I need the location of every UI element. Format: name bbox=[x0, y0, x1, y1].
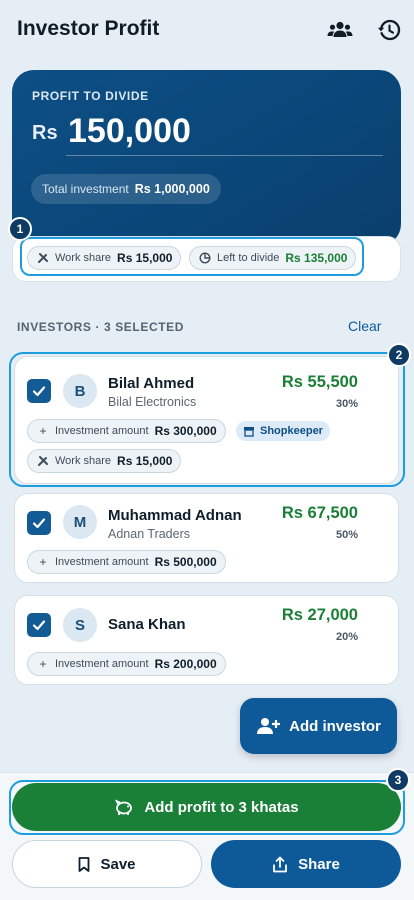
investor-name: Sana Khan bbox=[108, 616, 186, 633]
highlight-frame-3 bbox=[9, 780, 405, 835]
left-to-divide-pill[interactable]: Left to divide Rs 135,000 bbox=[189, 246, 357, 270]
plus-icon: + bbox=[39, 657, 47, 671]
profit-summary-card: PROFIT TO DIVIDE Rs 150,000 Total invest… bbox=[12, 70, 401, 246]
save-label: Save bbox=[100, 855, 136, 873]
investment-value: Rs 500,000 bbox=[154, 555, 217, 569]
bookmark-icon bbox=[78, 856, 90, 872]
clear-selection-button[interactable]: Clear bbox=[348, 318, 381, 334]
checkmark-icon bbox=[32, 620, 46, 631]
investor-card[interactable]: S Sana Khan Rs 27,000 20% + Investment a… bbox=[14, 595, 399, 685]
app-bar: Investor Profit bbox=[0, 0, 414, 60]
avatar: S bbox=[63, 608, 97, 642]
add-investor-button[interactable]: Add investor bbox=[240, 698, 397, 754]
profit-label: PROFIT TO DIVIDE bbox=[32, 89, 149, 103]
investor-profit-amount: Rs 67,500 bbox=[281, 504, 358, 522]
add-investor-label: Add investor bbox=[289, 717, 381, 735]
people-icon[interactable] bbox=[326, 16, 354, 44]
step-badge-3: 3 bbox=[386, 768, 410, 792]
left-to-divide-label: Left to divide bbox=[217, 252, 280, 264]
profit-amount-input[interactable]: 150,000 bbox=[68, 112, 191, 151]
step-badge-1: 1 bbox=[8, 217, 32, 241]
investment-label: Investment amount bbox=[55, 658, 149, 670]
amount-underline bbox=[66, 155, 383, 156]
left-to-divide-value: Rs 135,000 bbox=[285, 251, 348, 265]
work-share-label: Work share bbox=[55, 252, 112, 264]
share-label: Share bbox=[298, 855, 340, 873]
investor-checkbox[interactable] bbox=[27, 613, 51, 637]
add-person-icon bbox=[256, 717, 281, 735]
investor-checkbox[interactable] bbox=[27, 511, 51, 535]
investment-amount-pill[interactable]: + Investment amount Rs 200,000 bbox=[27, 652, 226, 676]
share-icon bbox=[272, 856, 288, 873]
investor-profit-amount: Rs 27,000 bbox=[281, 606, 358, 624]
currency-label: Rs bbox=[32, 122, 58, 144]
history-icon[interactable] bbox=[375, 16, 403, 44]
save-button[interactable]: Save bbox=[12, 840, 202, 888]
total-investment-chip: Total investment Rs 1,000,000 bbox=[31, 174, 221, 204]
work-share-pill[interactable]: Work share Rs 15,000 bbox=[27, 246, 182, 270]
avatar: M bbox=[63, 505, 97, 539]
total-investment-value: Rs 1,000,000 bbox=[134, 182, 210, 196]
work-share-value: Rs 15,000 bbox=[117, 251, 173, 265]
investor-name: Muhammad Adnan bbox=[108, 507, 242, 524]
share-button[interactable]: Share bbox=[211, 840, 401, 888]
investors-section-title: INVESTORS · 3 SELECTED bbox=[17, 320, 185, 334]
investor-business: Adnan Traders bbox=[108, 527, 190, 541]
pie-chart-icon bbox=[198, 252, 212, 264]
page-title: Investor Profit bbox=[17, 17, 160, 40]
investor-percent: 20% bbox=[335, 631, 358, 643]
investment-value: Rs 200,000 bbox=[154, 657, 217, 671]
step-badge-2: 2 bbox=[387, 343, 411, 367]
highlight-frame-2 bbox=[9, 352, 405, 487]
tools-icon bbox=[36, 252, 50, 264]
investment-label: Investment amount bbox=[55, 556, 149, 568]
plus-icon: + bbox=[39, 555, 47, 569]
checkmark-icon bbox=[32, 518, 46, 529]
investment-amount-pill[interactable]: + Investment amount Rs 500,000 bbox=[27, 550, 226, 574]
investor-card[interactable]: M Muhammad Adnan Adnan Traders Rs 67,500… bbox=[14, 493, 399, 583]
total-investment-label: Total investment bbox=[42, 182, 129, 196]
investor-percent: 50% bbox=[335, 529, 358, 541]
